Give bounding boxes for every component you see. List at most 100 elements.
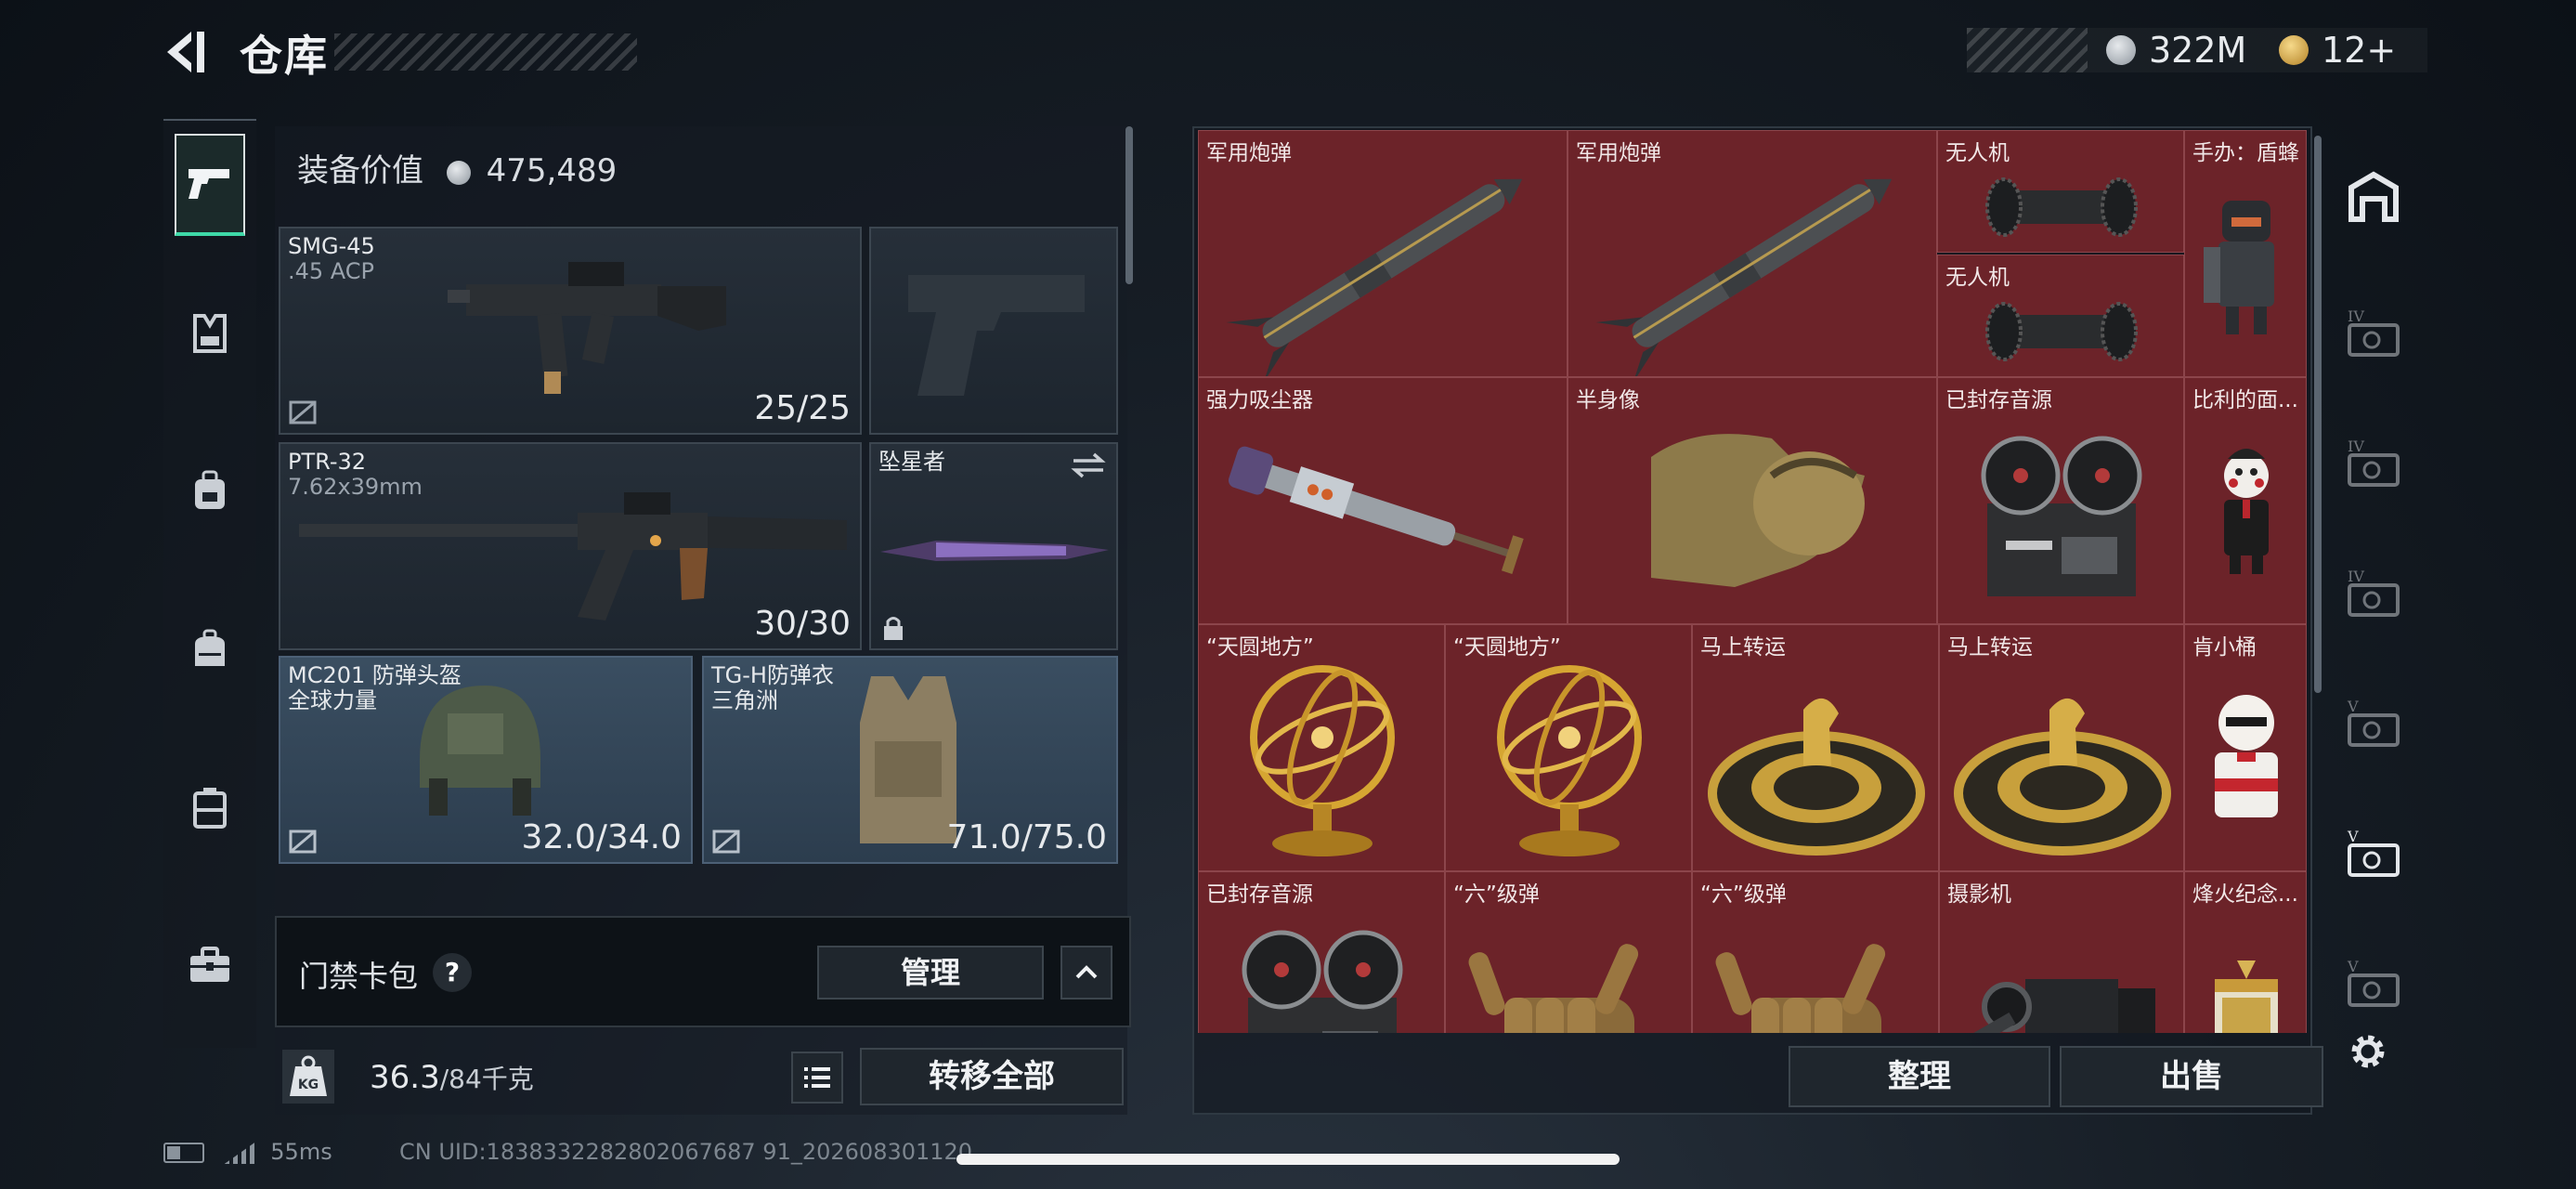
equipment-value-amount: 475,489 [486,152,618,189]
silver-coin-icon [446,160,471,185]
weapon-name-text: SMG-45 [288,233,375,259]
body-armor-slot[interactable]: TG-H防弹衣 三角洲 71.0/75.0 [702,656,1118,864]
item-name: 无人机 [1945,141,2010,165]
list-icon [804,1067,830,1088]
gold-amount[interactable]: 12+ [2322,30,2396,71]
nav-backpack[interactable] [175,440,245,542]
equipment-scrollbar[interactable] [1125,126,1133,284]
item-name: “六”级弹 [1700,882,1787,907]
weapon-name-text: PTR-32 [288,449,367,475]
expand-button[interactable] [1060,946,1112,1000]
tab-case-v-2[interactable]: V [2344,823,2403,882]
kfc-icon [2185,625,2306,870]
armor-durability: 71.0/75.0 [946,818,1107,856]
nav-weapons[interactable] [175,134,245,236]
horse-disc-icon [1940,625,2183,870]
item-cell-armillary[interactable]: “天圆地方” [1445,624,1692,871]
back-button[interactable] [160,26,212,78]
reel-icon [1938,378,2183,623]
item-name: 肯小桶 [2192,635,2257,660]
help-button[interactable]: ? [433,953,472,992]
vacuum-icon [1199,378,1567,623]
home-indicator[interactable] [956,1154,1620,1165]
item-cell-reel[interactable]: 已封存音源 [1937,377,2184,624]
storage-tabs: IV IV IV V V V [2335,130,2413,1059]
uid-text: CN UID:1838332282802067687 91_2026083011… [399,1139,973,1165]
item-cell-hand[interactable]: “六”级弹 [1445,871,1692,1033]
item-cell-reel[interactable]: 已封存音源 [1198,871,1445,1033]
kg-weight-icon: KG [290,1055,327,1096]
item-cell-hand[interactable]: “六”级弹 [1692,871,1939,1033]
gold-coin-icon [2279,35,2309,65]
item-cell-trophy[interactable]: 烽火纪念... [2184,871,2307,1033]
transfer-all-button[interactable]: 转移全部 [860,1048,1124,1105]
nav-armor[interactable] [175,282,245,385]
weight-icon: KG [282,1050,334,1104]
nav-toolbox[interactable] [175,914,245,1016]
figure-icon [2185,131,2306,376]
item-name: 摄影机 [1947,882,2011,907]
tab-case-iv-2[interactable]: IV [2344,433,2403,492]
chevron-up-icon [1075,965,1098,979]
tab-case-v[interactable]: V [2344,693,2403,752]
melee-slot[interactable]: 坠星者 [869,442,1118,650]
bag-icon [195,629,225,666]
silver-coin-icon [2106,35,2136,65]
list-view-button[interactable] [791,1052,843,1104]
equipment-value: 装备价值 475,489 [297,145,617,190]
helmet-slot[interactable]: MC201 防弹头盔 全球力量 32.0/34.0 [279,656,693,864]
item-cell-puppet[interactable]: 比利的面... [2184,377,2307,624]
gear-icon [2351,1035,2385,1068]
item-cell-figure[interactable]: 手办：盾蜂 [2184,130,2307,377]
weapon-ammo-text: .45 ACP [288,258,375,284]
knife-image [880,541,1109,561]
item-name: 烽火纪念... [2192,882,2298,907]
item-cell-missile[interactable]: 军用炮弹 [1568,130,1937,377]
svg-text:IV: IV [2348,438,2364,455]
item-cell-missile[interactable]: 军用炮弹 [1198,130,1568,377]
back-arrow-icon [167,32,204,72]
keycard-label: 门禁卡包 [299,959,419,994]
battery-icon [163,1143,204,1163]
manage-button[interactable]: 管理 [817,946,1044,1000]
toolbox-icon [190,947,229,982]
storage-scrollbar[interactable] [2314,136,2322,693]
helmet-durability: 32.0/34.0 [521,818,682,856]
tab-case-iv[interactable]: IV [2344,303,2403,362]
tab-case-iv-3[interactable]: IV [2344,563,2403,622]
case-iv-icon: IV [2348,307,2400,357]
nav-case[interactable] [175,756,245,858]
tab-case-v-3[interactable]: V [2344,953,2403,1013]
bust-icon [1568,378,1936,623]
item-cell-armillary[interactable]: “天圆地方” [1198,624,1445,871]
case-v-3-icon: V [2347,958,2400,1007]
storage-grid: 军用炮弹 军用炮弹 无人机 无人机 手办：盾蜂 强力吸尘器 半身像 已封存音源 比利的面... “… [1198,130,2307,1033]
item-cell-kfc[interactable]: 肯小桶 [2184,624,2307,871]
weight-current: 36.3 [370,1059,440,1096]
armillary-icon [1446,625,1691,870]
settings-button[interactable] [2344,1027,2392,1076]
no-mod-icon [289,830,317,854]
item-cell-drone[interactable]: 无人机 [1937,255,2184,377]
item-name: 比利的面... [2192,388,2298,412]
item-cell-horse-disc[interactable]: 马上转运 [1692,624,1939,871]
pistol-slot[interactable] [869,227,1118,435]
item-cell-horse-disc[interactable]: 马上转运 [1939,624,2184,871]
weapon-ammo-count: 25/25 [754,389,851,427]
sort-button[interactable]: 整理 [1789,1046,2050,1107]
item-cell-bust[interactable]: 半身像 [1568,377,1937,624]
item-cell-drone[interactable]: 无人机 [1937,130,2184,253]
ping-text: 55ms [270,1139,332,1165]
swap-icon[interactable] [1070,451,1107,479]
sell-button[interactable]: 出售 [2060,1046,2323,1107]
item-cell-camera[interactable]: 摄影机 [1939,871,2184,1033]
tab-safe[interactable] [2344,167,2403,227]
smg-image [448,262,726,394]
primary-weapon-slot[interactable]: SMG-45 .45 ACP 25/25 [279,227,862,435]
armor-name-text: TG-H防弹衣 [711,662,834,688]
weapon-ammo-count: 30/30 [754,605,851,643]
secondary-weapon-slot[interactable]: PTR-32 7.62x39mm 30/30 [279,442,862,650]
item-name: 已封存音源 [1206,882,1313,907]
nav-bag[interactable] [175,598,245,700]
item-cell-vacuum[interactable]: 强力吸尘器 [1198,377,1568,624]
